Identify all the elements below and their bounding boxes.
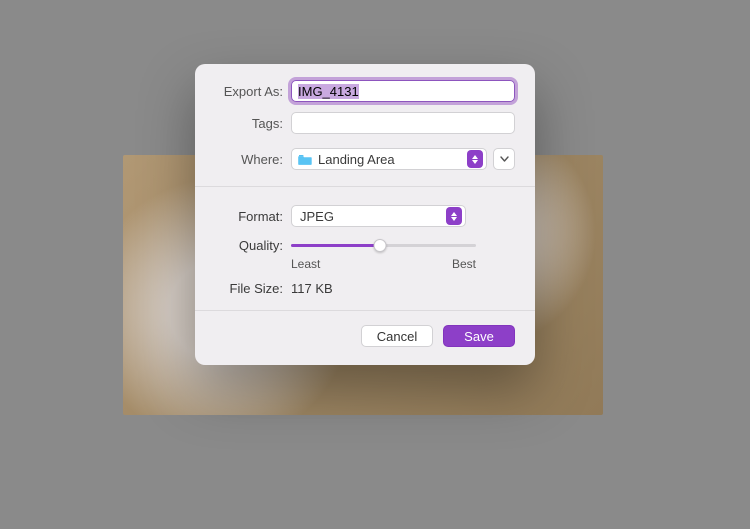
export-sheet: Export As: Tags: Where: — [195, 64, 535, 365]
where-label: Where: — [215, 152, 291, 167]
export-as-label: Export As: — [215, 84, 291, 99]
name-section: Export As: Tags: Where: — [195, 64, 535, 186]
format-popup[interactable]: JPEG — [291, 205, 466, 227]
slider-thumb[interactable] — [373, 239, 386, 252]
quality-best-label: Best — [452, 257, 476, 271]
file-size-label: File Size: — [215, 281, 291, 296]
cancel-button[interactable]: Cancel — [361, 325, 433, 347]
save-button[interactable]: Save — [443, 325, 515, 347]
tags-input[interactable] — [291, 112, 515, 134]
save-button-label: Save — [464, 329, 494, 344]
where-popup[interactable]: Landing Area — [291, 148, 487, 170]
format-section: Format: JPEG Quality: — [195, 187, 535, 310]
format-label: Format: — [215, 209, 291, 224]
cancel-button-label: Cancel — [377, 329, 417, 344]
folder-icon — [298, 154, 312, 165]
where-folder-name: Landing Area — [318, 152, 461, 167]
format-selected: JPEG — [300, 209, 446, 224]
expand-save-panel-button[interactable] — [493, 148, 515, 170]
quality-label: Quality: — [215, 237, 291, 253]
slider-fill — [291, 244, 380, 247]
dialog-footer: Cancel Save — [195, 311, 535, 365]
file-size-value: 117 KB — [291, 281, 333, 296]
filename-input[interactable] — [291, 80, 515, 102]
format-stepper-icon — [446, 207, 462, 225]
tags-label: Tags: — [215, 116, 291, 131]
quality-slider[interactable] — [291, 237, 476, 253]
where-stepper-icon — [467, 150, 483, 168]
chevron-down-icon — [500, 156, 509, 162]
quality-least-label: Least — [291, 257, 320, 271]
